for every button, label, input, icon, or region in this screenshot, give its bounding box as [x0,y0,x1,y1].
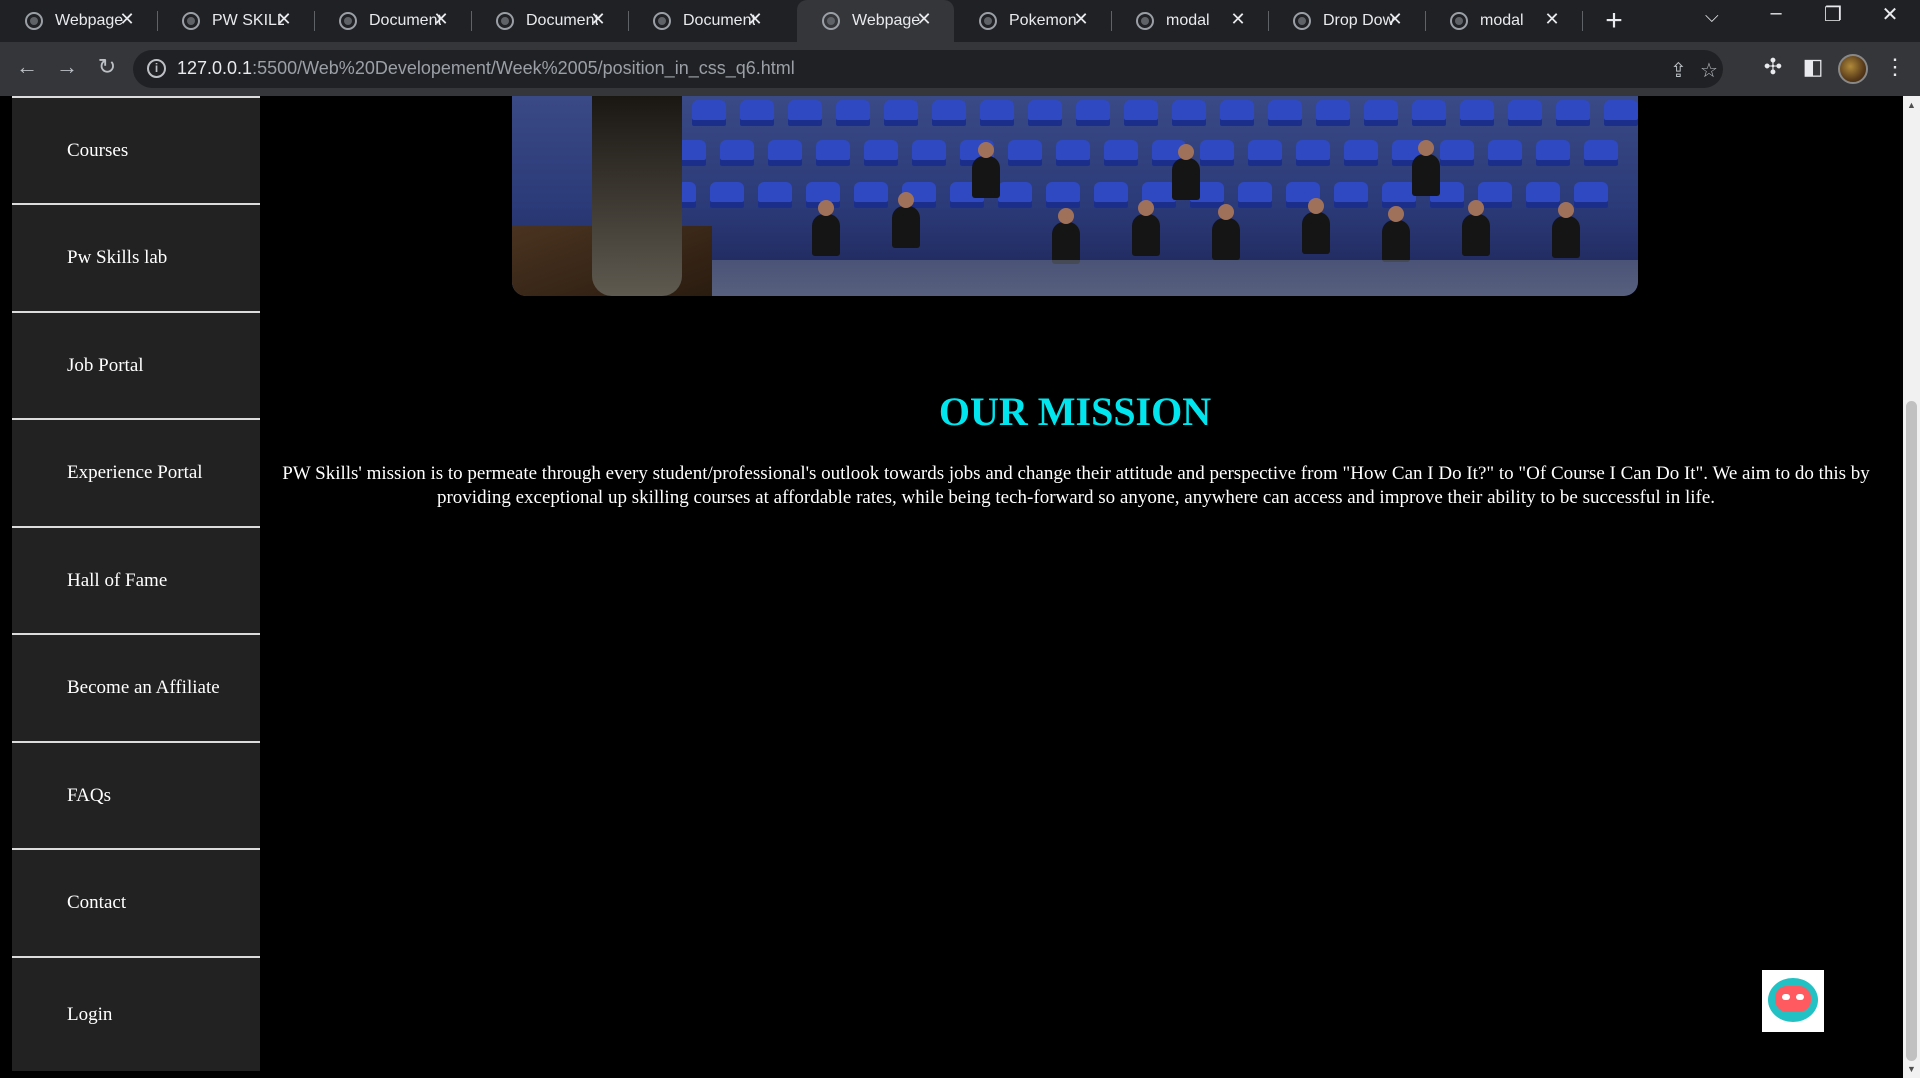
minimize-icon[interactable]: – [1756,2,1796,25]
close-icon[interactable]: ✕ [1385,9,1405,30]
browser-tab-active[interactable]: Webpage ✕ [797,0,954,42]
sidebar-item-courses[interactable]: Courses [12,96,260,205]
sidebar-item-pw-skills-lab[interactable]: Pw Skills lab [12,205,260,313]
sidebar-item-label: Pw Skills lab [67,247,168,268]
mission-paragraph: PW Skills' mission is to permeate throug… [282,463,1870,508]
globe-icon [182,12,200,30]
url-host: 127.0.0.1 [177,58,253,78]
url-text[interactable]: 127.0.0.1:5500/Web%20Developement/Week%2… [177,58,795,79]
browser-toolbar: ← → ↻ i 127.0.0.1:5500/Web%20Developemen… [0,42,1920,96]
kebab-menu-icon[interactable]: ⋮ [1884,54,1906,80]
robot-eye [1796,994,1804,1000]
close-icon[interactable]: ✕ [274,9,294,30]
star-icon[interactable]: ☆ [1700,58,1718,83]
sidebar-item-label: Login [67,1003,113,1025]
close-icon[interactable]: ✕ [1071,9,1091,30]
robot-eye [1782,994,1790,1000]
browser-tab[interactable]: Pokemon ✕ [954,0,1111,42]
url-path: :5500/Web%20Developement/Week%2005/posit… [252,58,795,78]
globe-icon [979,12,997,30]
info-icon[interactable]: i [147,59,166,78]
sidebar-item-job-portal[interactable]: Job Portal [12,313,260,420]
hero-image [512,96,1638,296]
share-icon[interactable]: ⇪ [1670,58,1687,83]
scroll-up-icon[interactable]: ▲ [1906,100,1917,110]
close-icon[interactable]: ✕ [1542,9,1562,30]
globe-icon [25,12,43,30]
browser-tab[interactable]: Document ✕ [471,0,628,42]
close-icon[interactable]: ✕ [745,9,765,30]
browser-tab[interactable]: Document ✕ [628,0,785,42]
globe-icon [1293,12,1311,30]
sidebar-item-label: Hall of Fame [67,569,168,591]
page-viewport: Courses Pw Skills lab Job Portal Experie… [0,96,1920,1078]
browser-tab[interactable]: Webpage ✕ [0,0,157,42]
chevron-down-icon[interactable]: ⌵ [1705,6,1719,27]
reload-icon[interactable]: ↻ [92,54,122,80]
sidebar-item-login[interactable]: Login [12,958,260,1071]
sidebar-item-hall-of-fame[interactable]: Hall of Fame [12,528,260,635]
browser-tab-bar: Webpage ✕ PW SKILLS ✕ Document ✕ Documen… [0,0,1920,42]
puzzle-icon[interactable]: ✣ [1758,54,1788,80]
sidebar-item-label: FAQs [67,784,111,806]
browser-tab[interactable]: PW SKILLS ✕ [157,0,314,42]
globe-icon [653,12,671,30]
globe-icon [339,12,357,30]
mission-title: OUR MISSION [938,389,1212,434]
restore-icon[interactable]: ❐ [1813,2,1853,27]
sidebar-item-label: Become an Affiliate [67,677,220,698]
address-bar[interactable]: i 127.0.0.1:5500/Web%20Developement/Week… [133,50,1723,88]
browser-tab[interactable]: Drop Down ✕ [1268,0,1425,42]
sidebar-item-become-an-affiliate[interactable]: Become an Affiliate [12,635,260,743]
browser-tab[interactable]: modal ✕ [1425,0,1582,42]
sidebar-item-label: Job Portal [67,354,144,376]
avatar[interactable] [1838,54,1868,84]
seat-row [672,140,1638,168]
sidebar-item-faqs[interactable]: FAQs [12,743,260,850]
seat-row [692,100,1638,128]
back-arrow-icon[interactable]: ← [12,54,42,80]
close-icon[interactable]: ✕ [588,9,608,30]
sidebar-item-contact[interactable]: Contact [12,850,260,958]
chatbot-button[interactable] [1762,970,1824,1032]
side-panel-icon[interactable]: ◧ [1798,54,1828,80]
close-icon[interactable]: ✕ [914,9,934,30]
sidebar-item-label: Courses [67,139,129,161]
page-scrollbar[interactable]: ▲ ▼ [1903,96,1920,1078]
browser-tab[interactable]: modal ✕ [1111,0,1268,42]
scroll-down-icon[interactable]: ▼ [1906,1064,1917,1074]
close-window-icon[interactable]: ✕ [1870,2,1910,27]
globe-icon [1136,12,1154,30]
sidebar-item-label: Experience Portal [67,462,203,483]
scrollbar-thumb[interactable] [1906,401,1917,1061]
tab-separator [1582,11,1583,31]
sidebar-item-experience-portal[interactable]: Experience Portal [12,420,260,528]
robot-face [1775,986,1811,1012]
new-tab-button[interactable]: + [1597,4,1631,38]
close-icon[interactable]: ✕ [1228,9,1248,30]
browser-tab[interactable]: Document ✕ [314,0,471,42]
globe-icon [822,12,840,30]
close-icon[interactable]: ✕ [117,9,137,30]
sidebar-item-label: Contact [67,892,127,913]
globe-icon [1450,12,1468,30]
globe-icon [496,12,514,30]
sidebar-nav: Courses Pw Skills lab Job Portal Experie… [12,96,260,1071]
forward-arrow-icon[interactable]: → [52,54,82,80]
close-icon[interactable]: ✕ [431,9,451,30]
